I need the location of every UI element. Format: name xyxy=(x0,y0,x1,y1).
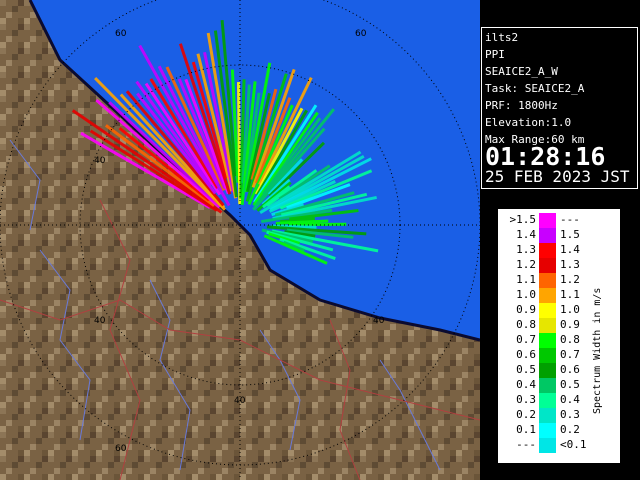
legend-right-label: 1.0 xyxy=(560,303,580,316)
legend-right-label: 0.2 xyxy=(560,423,580,436)
range-label: 40 xyxy=(234,396,246,406)
legend-right-label: 0.5 xyxy=(560,378,580,391)
legend-swatch xyxy=(539,408,556,423)
task-name: Task: SEAICE2_A xyxy=(485,82,585,95)
station-name: ilts2 xyxy=(485,31,519,44)
legend-swatch xyxy=(539,318,556,333)
range-label: 60 xyxy=(355,29,367,39)
range-label: 40 xyxy=(94,156,106,166)
legend-left-label: 1.0 xyxy=(516,288,536,301)
legend-left-label: 1.3 xyxy=(516,243,536,256)
range-label: 40 xyxy=(373,316,385,326)
legend-right-label: 1.3 xyxy=(560,258,580,271)
legend-swatch xyxy=(539,393,556,408)
legend-swatch xyxy=(539,213,556,228)
legend-right-label: 0.7 xyxy=(560,348,580,361)
legend-left-label: 1.2 xyxy=(516,258,536,271)
legend-left-label: 0.2 xyxy=(516,408,536,421)
legend-left-label: 0.4 xyxy=(516,378,536,391)
legend-left-label: 1.1 xyxy=(516,273,536,286)
legend-left-label: 0.3 xyxy=(516,393,536,406)
legend-swatch xyxy=(539,378,556,393)
legend-right-label: --- xyxy=(560,213,580,226)
legend-right-label: 0.9 xyxy=(560,318,580,331)
legend-left-label: 0.6 xyxy=(516,348,536,361)
legend-left-label: >1.5 xyxy=(509,213,537,226)
range-label: 60 xyxy=(115,29,127,39)
legend-right-label: 0.3 xyxy=(560,408,580,421)
legend-right-label: 0.4 xyxy=(560,393,580,406)
legend-left-label: 1.4 xyxy=(516,228,536,241)
radar-ppi-map: 60 60 40 40 40 40 60 xyxy=(0,0,480,480)
legend-right-label: 1.2 xyxy=(560,273,580,286)
legend-swatch xyxy=(539,243,556,258)
range-label: 60 xyxy=(115,444,127,454)
scan-mode: SEAICE2_A_W xyxy=(485,65,558,78)
legend-swatch xyxy=(539,333,556,348)
elevation-value: Elevation:1.0 xyxy=(485,116,572,129)
legend-swatch xyxy=(539,438,556,453)
legend-left-label: 0.5 xyxy=(516,363,536,376)
scan-type: PPI xyxy=(485,48,505,61)
legend-right-label: <0.1 xyxy=(560,438,587,451)
legend-swatch xyxy=(539,258,556,273)
legend-right-label: 1.1 xyxy=(560,288,580,301)
legend-swatch xyxy=(539,273,556,288)
legend-left-label: 0.9 xyxy=(516,303,536,316)
legend-left-label: 0.7 xyxy=(516,333,536,346)
scan-info-panel: ilts2 PPI SEAICE2_A_W Task: SEAICE2_A PR… xyxy=(481,27,638,189)
range-label: 40 xyxy=(94,316,106,326)
legend-right-label: 1.5 xyxy=(560,228,580,241)
legend-swatch xyxy=(539,348,556,363)
legend-swatch xyxy=(539,423,556,438)
legend-left-label: 0.1 xyxy=(516,423,536,436)
legend-right-label: 0.8 xyxy=(560,333,580,346)
color-legend: >1.5 --- 1.4 1.5 1.3 1.4 1.2 1.3 1.1 1.2 1.0 1.1 0.9… xyxy=(498,209,620,463)
legend-swatch xyxy=(539,288,556,303)
legend-unit-title: Spectrum Width in m/s xyxy=(592,287,603,414)
legend-right-label: 0.6 xyxy=(560,363,580,376)
prf-value: PRF: 1800Hz xyxy=(485,99,558,112)
scan-date: 25 FEB 2023 JST xyxy=(485,167,630,186)
legend-left-label: 0.8 xyxy=(516,318,536,331)
legend-right-label: 1.4 xyxy=(560,243,580,256)
legend-swatch xyxy=(539,303,556,318)
legend-left-label: --- xyxy=(516,438,536,451)
legend-swatch xyxy=(539,363,556,378)
legend-swatch xyxy=(539,228,556,243)
